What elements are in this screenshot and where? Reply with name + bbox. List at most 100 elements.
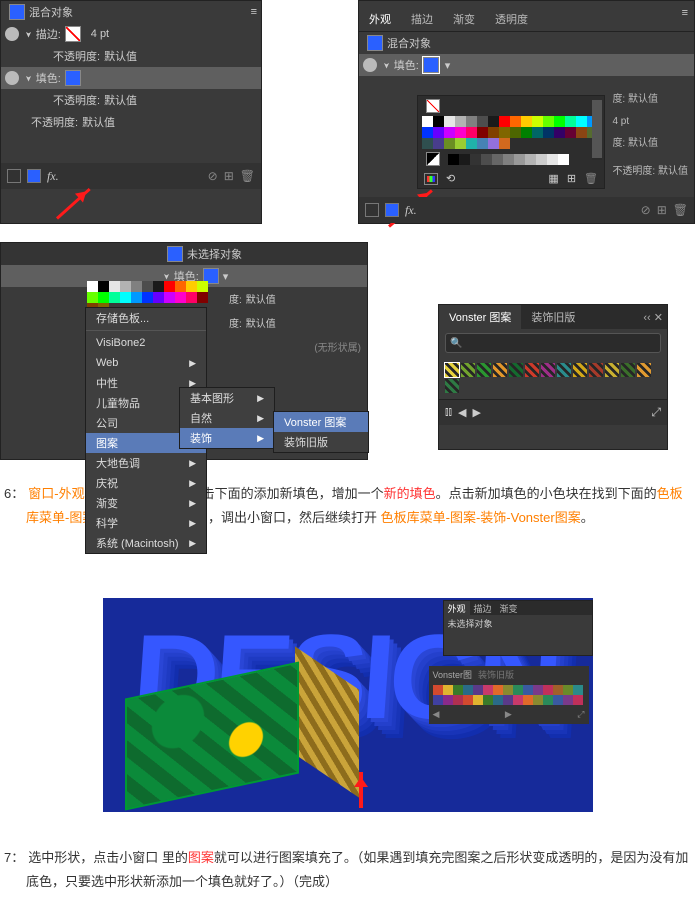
swatch[interactable] (186, 281, 197, 292)
swatch[interactable] (576, 127, 587, 138)
swatch[interactable] (422, 138, 433, 149)
swatch[interactable] (499, 116, 510, 127)
none-swatch[interactable] (426, 99, 440, 113)
swatch[interactable] (463, 685, 473, 695)
fill-row[interactable]: 填色: ▾ (359, 54, 694, 76)
swatch[interactable] (453, 685, 463, 695)
swatch[interactable] (466, 138, 477, 149)
swatch[interactable] (164, 281, 175, 292)
chevron-down-icon[interactable] (383, 59, 394, 71)
pattern-swatch[interactable] (445, 363, 459, 377)
swatch[interactable] (422, 116, 433, 127)
swatch[interactable] (510, 127, 521, 138)
swatch-grid[interactable] (422, 116, 598, 149)
swatch[interactable] (543, 127, 554, 138)
swatch[interactable] (120, 281, 131, 292)
submenu-basic[interactable]: 基本图形 (180, 388, 274, 408)
fx-label[interactable]: fx. (47, 169, 59, 184)
swatch[interactable] (422, 127, 433, 138)
swatch[interactable] (565, 127, 576, 138)
swatch[interactable] (543, 116, 554, 127)
pattern-swatch[interactable] (493, 363, 507, 377)
swatch[interactable] (175, 292, 186, 303)
swatch[interactable] (523, 695, 533, 705)
trash-icon[interactable] (673, 203, 688, 217)
stroke-thumb-icon[interactable] (7, 169, 21, 183)
swatch[interactable] (448, 154, 459, 165)
panel-menu-icon[interactable] (682, 7, 688, 31)
swatch[interactable] (186, 292, 197, 303)
pattern-swatch[interactable] (541, 363, 555, 377)
tab-appearance[interactable]: 外观 (359, 7, 401, 31)
visibility-icon[interactable] (363, 58, 377, 72)
swatch[interactable] (573, 685, 583, 695)
swatch[interactable] (510, 116, 521, 127)
swatch[interactable] (477, 116, 488, 127)
menu-item[interactable]: 庆祝 (86, 473, 206, 493)
swatch[interactable] (563, 685, 573, 695)
swatch[interactable] (483, 685, 493, 695)
swatch[interactable] (98, 292, 109, 303)
swatch[interactable] (473, 685, 483, 695)
swatch[interactable] (87, 292, 98, 303)
nav-prev-icon[interactable]: ◀ (433, 709, 440, 720)
tab[interactable]: Vonster图 (433, 668, 473, 681)
add-icon[interactable]: ⤢ (577, 709, 584, 720)
trash-icon[interactable] (584, 172, 598, 185)
trash-icon[interactable] (240, 169, 255, 183)
chevron-down-icon[interactable] (25, 28, 36, 40)
swatch[interactable] (109, 281, 120, 292)
swatch[interactable] (525, 154, 536, 165)
clear-icon[interactable] (208, 169, 218, 183)
swatch[interactable] (433, 127, 444, 138)
swatch[interactable] (444, 116, 455, 127)
swatch[interactable] (98, 281, 109, 292)
swatch[interactable] (131, 281, 142, 292)
obj-opacity-row[interactable]: 不透明度: 默认值 (1, 111, 261, 133)
nav-prev-icon[interactable]: ◀ (458, 406, 466, 419)
nav-next-icon[interactable]: ▶ (473, 406, 481, 419)
clear-icon[interactable] (641, 203, 651, 217)
swatch[interactable] (142, 281, 153, 292)
pattern-search[interactable] (445, 333, 661, 353)
swatch[interactable] (513, 685, 523, 695)
swatch[interactable] (466, 116, 477, 127)
swatch-libraries-icon[interactable] (424, 173, 438, 185)
menu-deco-old[interactable]: 装饰旧版 (274, 432, 368, 452)
pattern-swatches[interactable] (439, 357, 667, 399)
swatch[interactable] (547, 154, 558, 165)
swatch[interactable] (565, 116, 576, 127)
swatch[interactable] (455, 116, 466, 127)
swatch[interactable] (197, 292, 208, 303)
fill-thumb-icon[interactable] (385, 203, 399, 217)
fill-swatch[interactable] (423, 57, 439, 73)
swatch[interactable] (536, 154, 547, 165)
visibility-icon[interactable] (5, 27, 19, 41)
visibility-icon[interactable] (5, 71, 19, 85)
menu-save-swatches[interactable]: 存储色板... (86, 308, 206, 328)
bw-swatch[interactable] (426, 152, 440, 166)
swatch[interactable] (477, 138, 488, 149)
swatch[interactable] (488, 116, 499, 127)
swatch[interactable] (175, 281, 186, 292)
swatch[interactable] (87, 281, 98, 292)
pattern-swatch[interactable] (637, 363, 651, 377)
tab-vonster[interactable]: Vonster 图案 (439, 305, 521, 329)
options-icon[interactable]: ▦ (548, 172, 558, 185)
swatch[interactable] (499, 138, 510, 149)
swatch[interactable] (443, 695, 453, 705)
stroke-swatch[interactable] (65, 26, 81, 42)
swatch[interactable] (554, 116, 565, 127)
fill-row[interactable]: 填色: (1, 67, 261, 89)
swatch[interactable] (521, 116, 532, 127)
swatch[interactable] (553, 695, 563, 705)
swatch[interactable] (197, 281, 208, 292)
tab[interactable]: 装饰旧版 (478, 668, 514, 681)
fx-label[interactable]: fx. (405, 203, 417, 218)
swatch[interactable] (153, 292, 164, 303)
stroke-opacity-row[interactable]: 不透明度: 默认值 (1, 45, 261, 67)
swatch[interactable] (109, 292, 120, 303)
swatch[interactable] (483, 695, 493, 705)
tab-stroke[interactable]: 描边 (401, 7, 443, 31)
swatch[interactable] (455, 127, 466, 138)
